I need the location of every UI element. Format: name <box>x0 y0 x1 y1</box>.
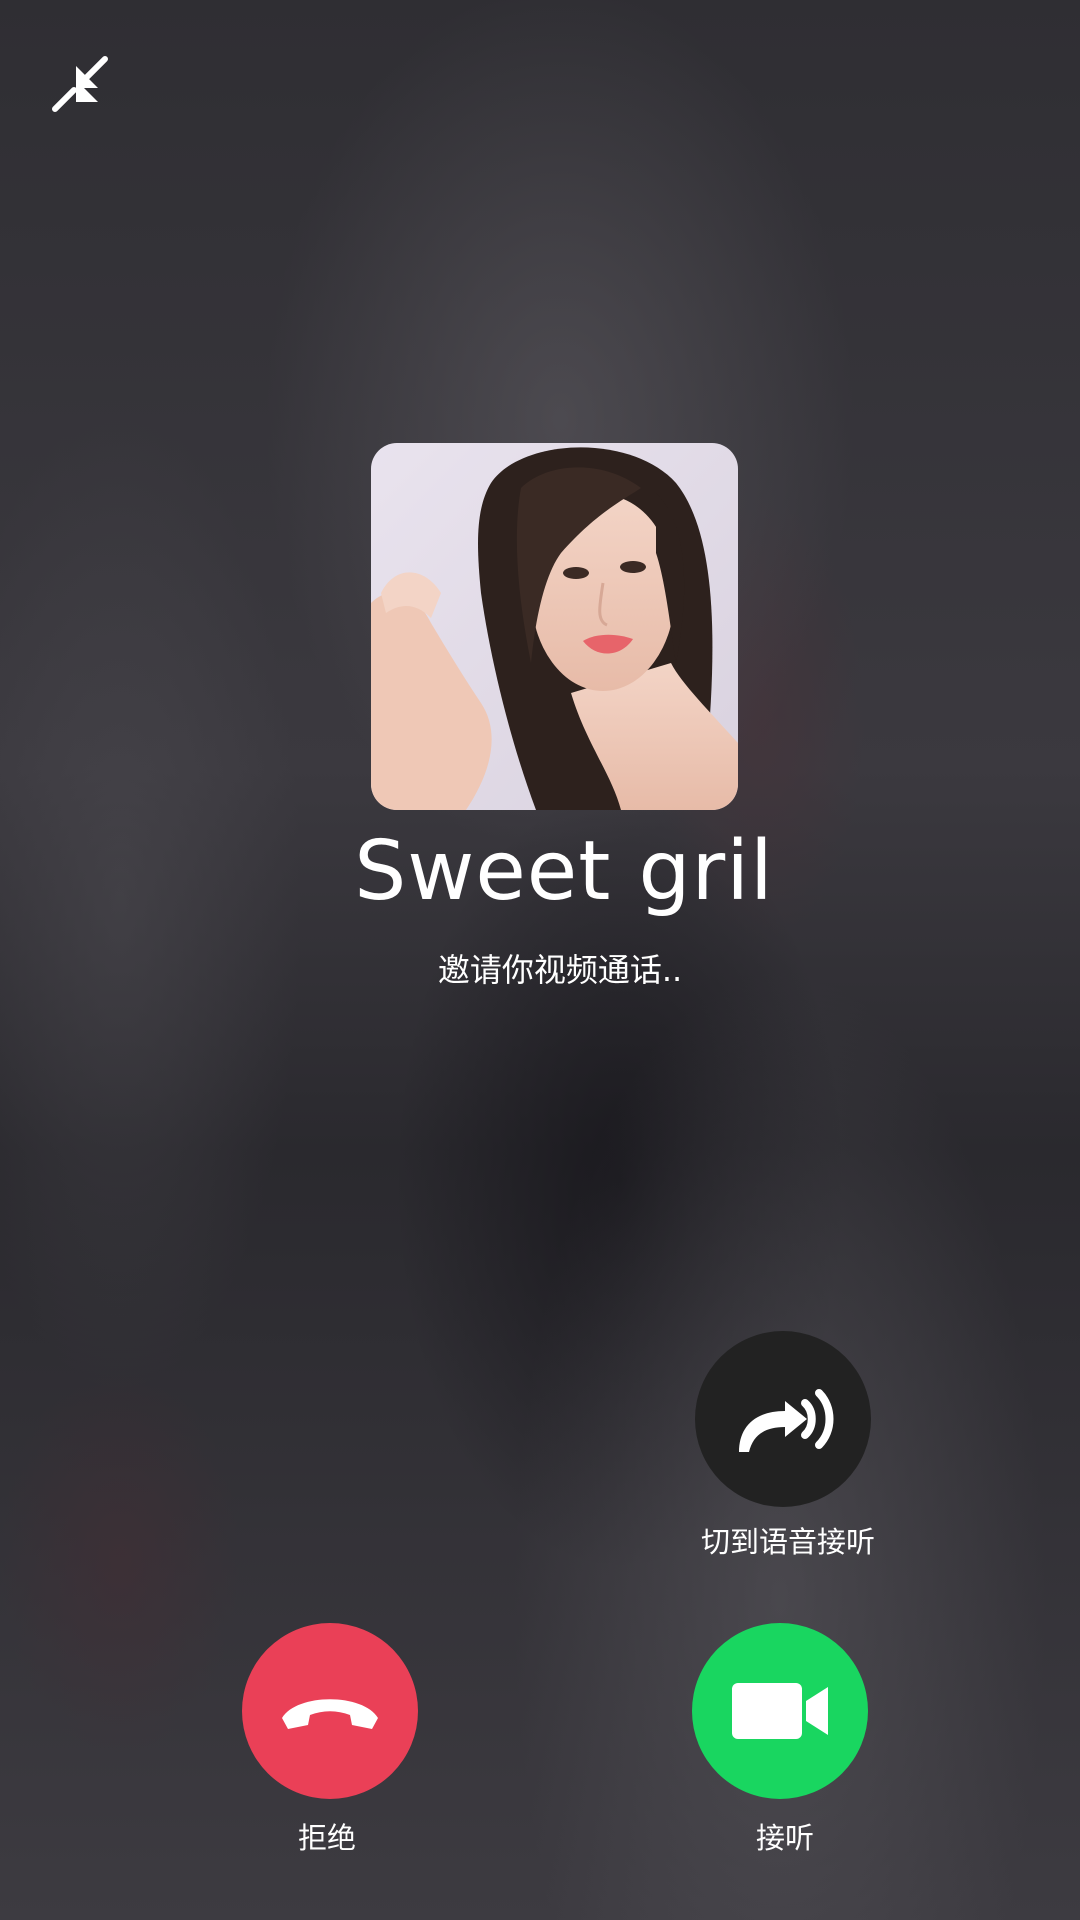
call-status-text: 邀请你视频通话.. <box>437 951 683 989</box>
decline-label: 拒绝 <box>297 1821 356 1855</box>
switch-to-voice-label: 切到语音接听 <box>700 1525 875 1559</box>
caller-name: Sweet gril <box>354 824 774 919</box>
accept-label: 接听 <box>755 1821 814 1855</box>
minimize-icon[interactable] <box>50 54 110 114</box>
voice-forward-icon <box>739 1389 834 1452</box>
caller-avatar <box>371 443 738 810</box>
accept-button[interactable] <box>692 1623 868 1799</box>
decline-button[interactable] <box>242 1623 418 1799</box>
video-camera-icon <box>732 1683 828 1739</box>
phone-hangup-icon <box>282 1699 378 1729</box>
switch-to-voice-button[interactable] <box>695 1331 871 1507</box>
